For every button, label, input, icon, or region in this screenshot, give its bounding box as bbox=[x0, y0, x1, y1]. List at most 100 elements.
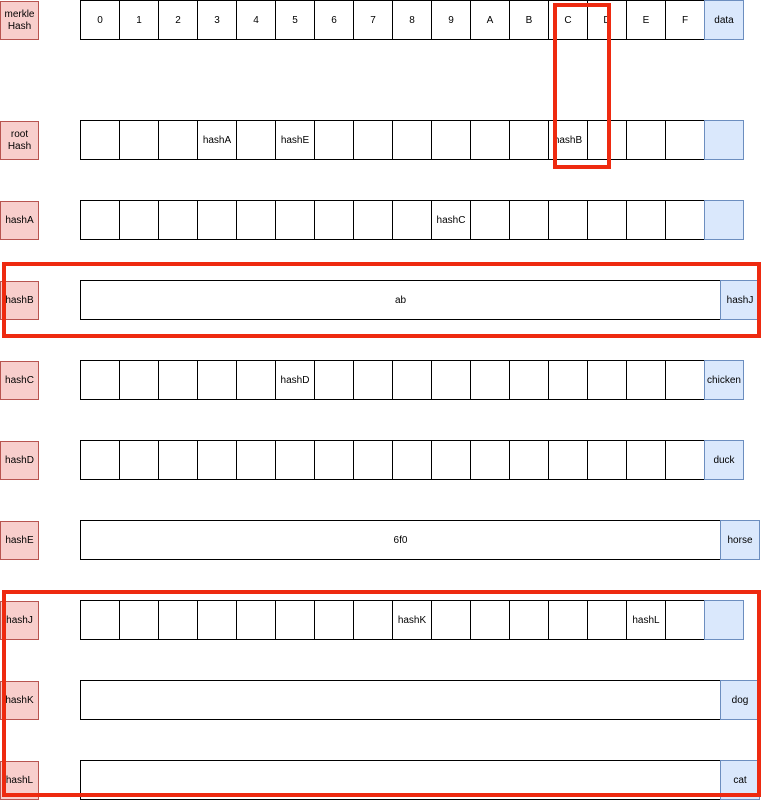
branch-cell bbox=[353, 360, 393, 400]
branch-cell bbox=[548, 360, 588, 400]
branch-cell: 3 bbox=[197, 0, 237, 40]
branch-cell: 6 bbox=[314, 0, 354, 40]
branch-cell bbox=[431, 440, 471, 480]
branch-cell bbox=[80, 120, 120, 160]
branch-cell bbox=[158, 360, 198, 400]
branch-cell bbox=[119, 200, 159, 240]
branch-cell bbox=[548, 200, 588, 240]
branch-cell bbox=[314, 600, 354, 640]
branch-cell bbox=[236, 440, 276, 480]
branch-cell bbox=[80, 360, 120, 400]
branch-cell bbox=[626, 360, 666, 400]
data-cell: chicken bbox=[704, 360, 744, 400]
branch-cell bbox=[119, 600, 159, 640]
data-cell: horse bbox=[720, 520, 760, 560]
branch-cell bbox=[158, 200, 198, 240]
node-row: hashK hashL bbox=[80, 600, 744, 640]
branch-cell bbox=[80, 200, 120, 240]
branch-cell bbox=[431, 120, 471, 160]
data-cell: data bbox=[704, 0, 744, 40]
branch-cell bbox=[587, 360, 627, 400]
branch-cell bbox=[470, 440, 510, 480]
path-cell: ab bbox=[80, 280, 721, 320]
branch-cell: 9 bbox=[431, 0, 471, 40]
node-label: hashD bbox=[0, 441, 39, 480]
branch-cell bbox=[470, 120, 510, 160]
branch-cell: F bbox=[665, 0, 705, 40]
branch-cell: 0 bbox=[80, 0, 120, 40]
branch-cell bbox=[314, 200, 354, 240]
branch-cell: hashC bbox=[431, 200, 471, 240]
node-label: hashC bbox=[0, 361, 39, 400]
branch-cell: A bbox=[470, 0, 510, 40]
branch-cell bbox=[197, 440, 237, 480]
branch-cell bbox=[509, 600, 549, 640]
branch-cell bbox=[392, 200, 432, 240]
branch-cell: hashD bbox=[275, 360, 315, 400]
node-row: dog bbox=[80, 680, 760, 720]
branch-cell bbox=[509, 120, 549, 160]
branch-cell: B bbox=[509, 0, 549, 40]
branch-cell bbox=[509, 440, 549, 480]
branch-cell bbox=[665, 440, 705, 480]
branch-cell: 4 bbox=[236, 0, 276, 40]
branch-cell bbox=[236, 600, 276, 640]
branch-cell bbox=[275, 200, 315, 240]
branch-cell bbox=[587, 200, 627, 240]
branch-cell bbox=[197, 360, 237, 400]
branch-cell bbox=[392, 360, 432, 400]
data-cell: dog bbox=[720, 680, 760, 720]
branch-cell bbox=[197, 200, 237, 240]
node-label: hashJ bbox=[0, 601, 39, 640]
branch-cell bbox=[665, 200, 705, 240]
branch-cell bbox=[392, 120, 432, 160]
data-cell bbox=[704, 200, 744, 240]
node-row: ab hashJ bbox=[80, 280, 760, 320]
branch-cell bbox=[353, 440, 393, 480]
node-row: hashA hashE hashB bbox=[80, 120, 744, 160]
branch-cell bbox=[626, 200, 666, 240]
node-label: hashE bbox=[0, 521, 39, 560]
branch-cell: hashA bbox=[197, 120, 237, 160]
branch-cell bbox=[470, 600, 510, 640]
branch-cell bbox=[197, 600, 237, 640]
branch-cell bbox=[119, 120, 159, 160]
branch-cell bbox=[626, 440, 666, 480]
branch-cell bbox=[236, 360, 276, 400]
node-row: hashD chicken bbox=[80, 360, 744, 400]
data-cell: cat bbox=[720, 760, 760, 800]
branch-cell bbox=[275, 440, 315, 480]
branch-cell bbox=[509, 200, 549, 240]
branch-cell bbox=[548, 440, 588, 480]
branch-cell bbox=[314, 440, 354, 480]
node-row: cat bbox=[80, 760, 760, 800]
branch-cell: hashL bbox=[626, 600, 666, 640]
branch-cell bbox=[587, 600, 627, 640]
branch-cell bbox=[275, 600, 315, 640]
branch-cell bbox=[665, 120, 705, 160]
node-row: 0 1 2 3 4 5 6 7 8 9 A B C D E Fdata bbox=[80, 0, 744, 40]
path-cell bbox=[80, 760, 721, 800]
branch-cell bbox=[353, 200, 393, 240]
branch-cell bbox=[665, 600, 705, 640]
branch-cell bbox=[80, 600, 120, 640]
branch-cell: 1 bbox=[119, 0, 159, 40]
data-cell bbox=[704, 600, 744, 640]
branch-cell: hashB bbox=[548, 120, 588, 160]
branch-cell bbox=[80, 440, 120, 480]
branch-cell bbox=[119, 440, 159, 480]
branch-cell bbox=[119, 360, 159, 400]
branch-cell: 5 bbox=[275, 0, 315, 40]
branch-cell bbox=[158, 440, 198, 480]
data-cell: hashJ bbox=[720, 280, 760, 320]
branch-cell bbox=[314, 120, 354, 160]
path-cell bbox=[80, 680, 721, 720]
branch-cell bbox=[236, 200, 276, 240]
branch-cell bbox=[431, 360, 471, 400]
branch-cell: D bbox=[587, 0, 627, 40]
branch-cell: hashK bbox=[392, 600, 432, 640]
node-row: 6f0 horse bbox=[80, 520, 760, 560]
branch-cell bbox=[509, 360, 549, 400]
data-cell: duck bbox=[704, 440, 744, 480]
node-label: root Hash bbox=[0, 121, 39, 160]
